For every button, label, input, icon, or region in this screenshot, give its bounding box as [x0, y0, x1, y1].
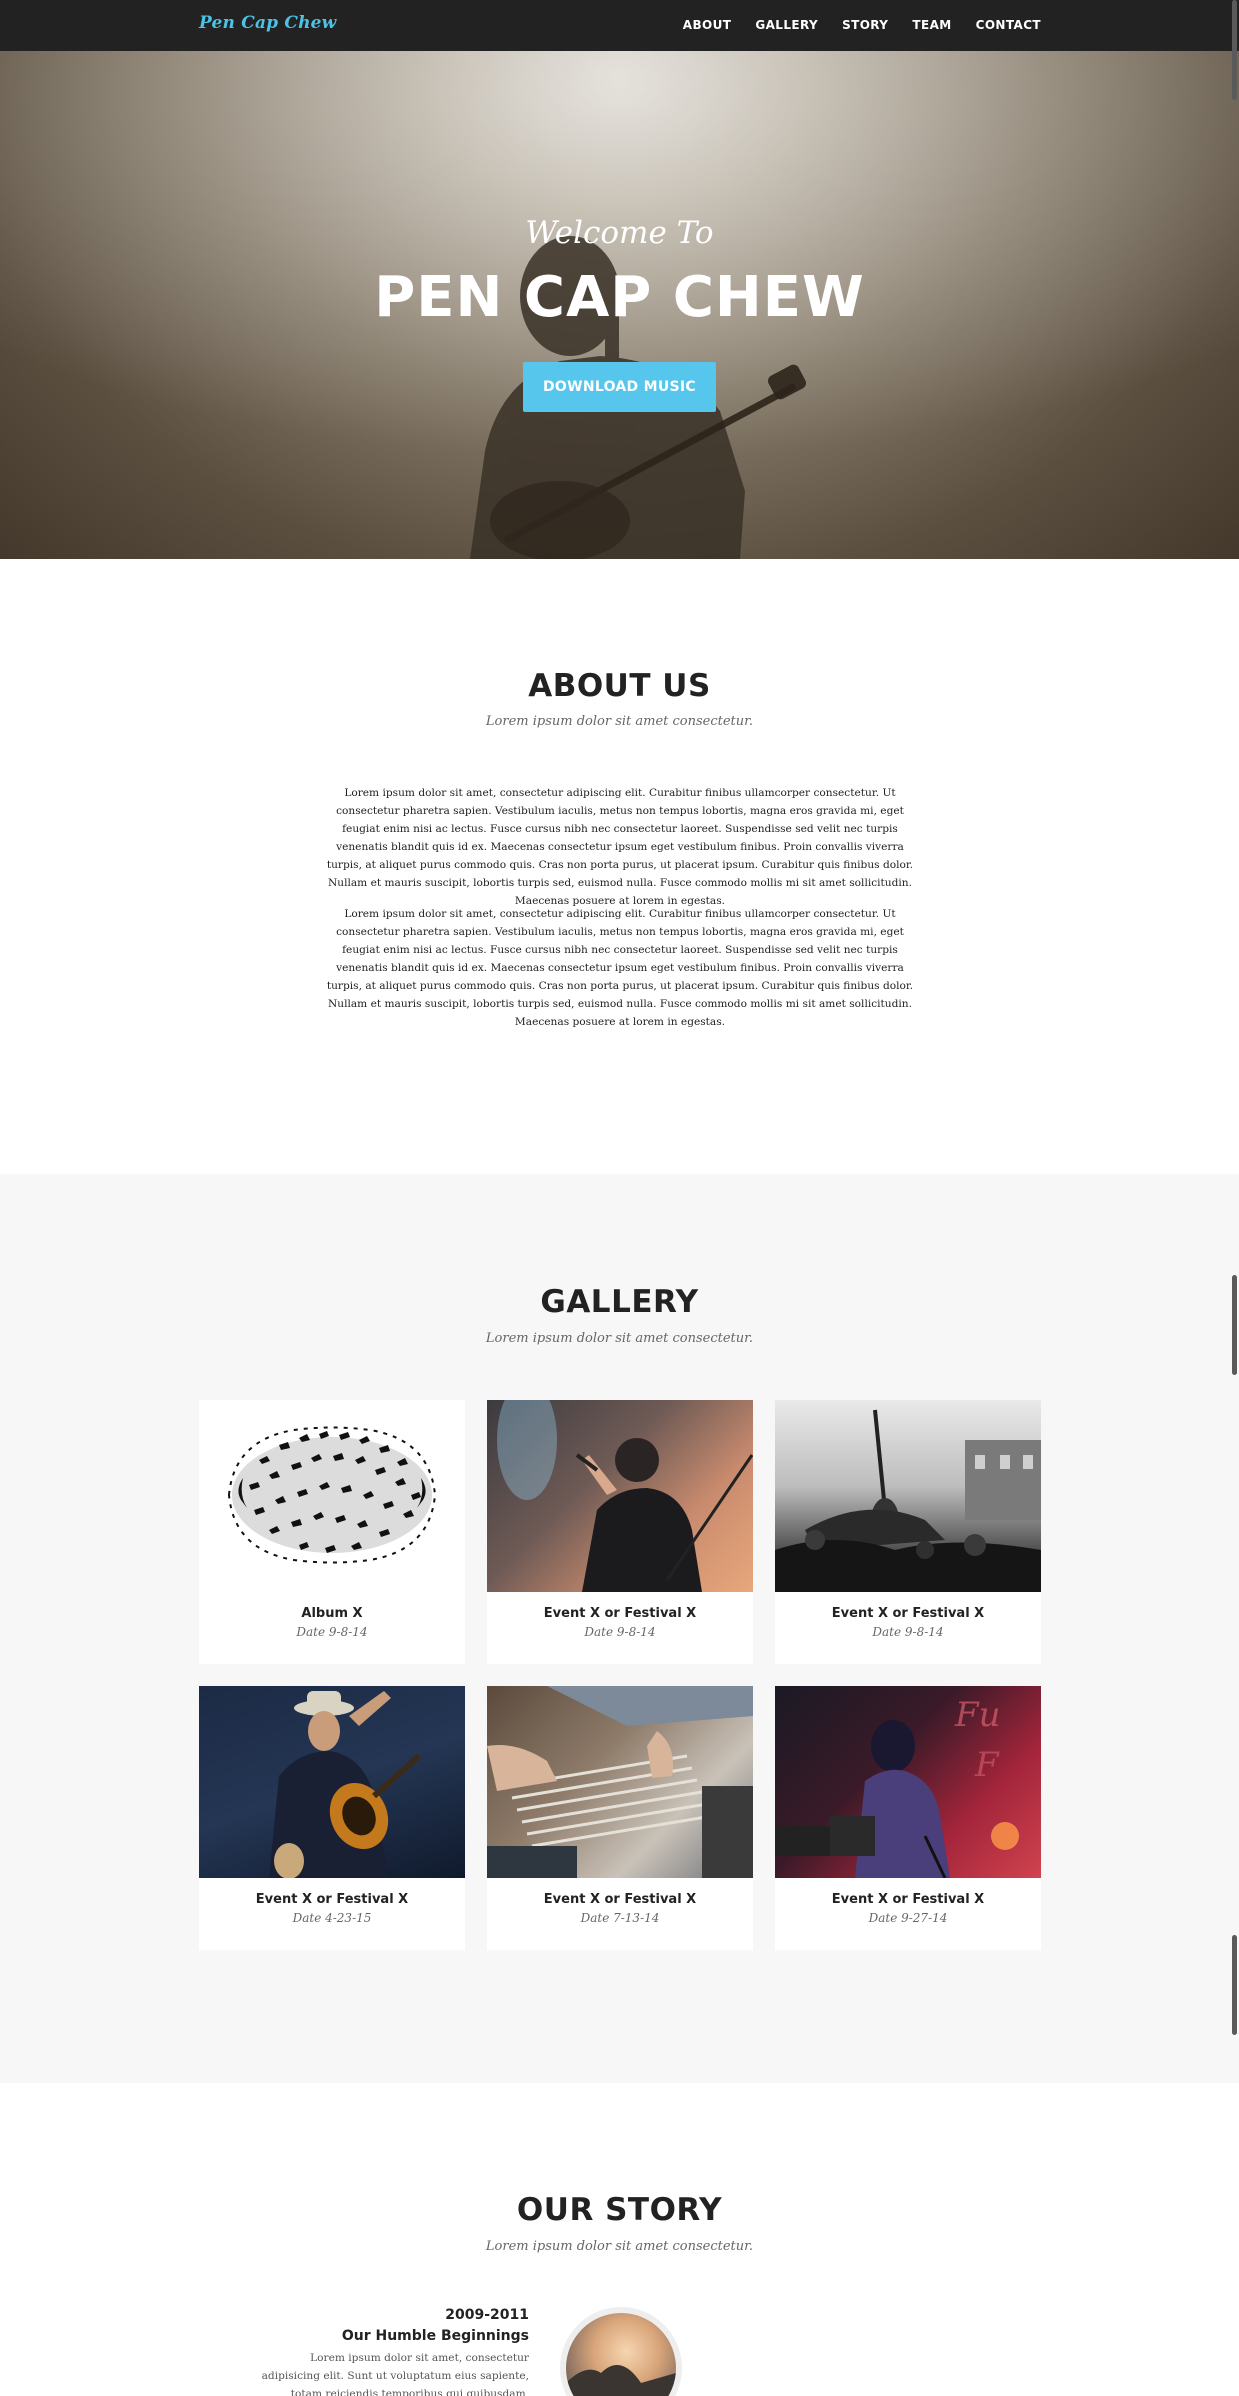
vinyl-records-photo: [487, 1686, 753, 1878]
about-paragraph-2: Lorem ipsum dolor sit amet, consectetur …: [326, 908, 914, 1028]
nav-link-gallery[interactable]: GALLERY: [755, 18, 818, 32]
gallery-subtitle: Lorem ipsum dolor sit amet consectetur.: [485, 1331, 754, 1346]
gallery-card-title: Event X or Festival X: [543, 1892, 697, 1907]
top-navbar: Pen Cap Chew ABOUT GALLERY STORY TEAM CO…: [0, 0, 1239, 51]
nav-link-story[interactable]: STORY: [842, 18, 888, 32]
gallery-card-date: Date 9-8-14: [872, 1625, 944, 1639]
svg-text:Fu: Fu: [954, 1695, 1001, 1735]
about-subtitle: Lorem ipsum dolor sit amet consectetur.: [485, 714, 754, 729]
red-stage-photo: Fu F: [775, 1686, 1041, 1878]
about-paragraph-1: Lorem ipsum dolor sit amet, consectetur …: [326, 787, 914, 907]
gallery-card-date: Date 9-8-14: [584, 1625, 656, 1639]
hero-subtitle: Welcome To: [525, 215, 714, 251]
singer-photo: [487, 1400, 753, 1592]
hero-title: PEN CAP CHEW: [374, 265, 865, 330]
story-title: OUR STORY: [516, 2192, 723, 2228]
gallery-card-title: Event X or Festival X: [831, 1892, 985, 1907]
gallery-card-title: Event X or Festival X: [543, 1606, 697, 1621]
album-art-image: [199, 1400, 465, 1592]
gallery-card-date: Date 9-27-14: [868, 1911, 948, 1925]
gallery-card-album[interactable]: Album X Date 9-8-14: [199, 1400, 465, 1664]
story-entry-year: 2009-2011: [445, 2307, 529, 2323]
gallery-card-title: Album X: [301, 1606, 363, 1621]
gallery-card-title: Event X or Festival X: [831, 1606, 985, 1621]
story-subtitle: Lorem ipsum dolor sit amet consectetur.: [485, 2239, 754, 2254]
hero-section: Welcome To PEN CAP CHEW DOWNLOAD MUSIC: [0, 51, 1239, 559]
gallery-card-event-5[interactable]: Fu F Event X or Festival X Date 9-27-14: [775, 1686, 1041, 1950]
story-entry-text: Lorem ipsum dolor sit amet, consectetur …: [261, 2352, 529, 2396]
gallery-card-event-1[interactable]: Event X or Festival X Date 9-8-14: [487, 1400, 753, 1664]
about-title: ABOUT US: [528, 668, 711, 704]
svg-text:F: F: [974, 1745, 1000, 1785]
page-scrollbar-mid[interactable]: [1232, 1275, 1237, 1375]
gallery-card-event-2[interactable]: Event X or Festival X Date 9-8-14: [775, 1400, 1041, 1664]
gallery-card-date: Date 7-13-14: [580, 1911, 660, 1925]
gallery-card-date: Date 9-8-14: [296, 1625, 368, 1639]
nav-link-team[interactable]: TEAM: [912, 18, 951, 32]
story-timeline-image: [560, 2307, 682, 2396]
nav-links: ABOUT GALLERY STORY TEAM CONTACT: [659, 18, 1041, 32]
nav-link-about[interactable]: ABOUT: [683, 18, 732, 32]
nav-link-contact[interactable]: CONTACT: [976, 18, 1041, 32]
gallery-card-title: Event X or Festival X: [255, 1892, 409, 1907]
download-music-button[interactable]: DOWNLOAD MUSIC: [523, 362, 716, 412]
gallery-card-event-4[interactable]: Event X or Festival X Date 7-13-14: [487, 1686, 753, 1950]
story-entry-heading: Our Humble Beginnings: [341, 2328, 529, 2344]
gallery-title: GALLERY: [540, 1284, 699, 1320]
guitarist-hat-photo: [199, 1686, 465, 1878]
brand-logo[interactable]: Pen Cap Chew: [199, 13, 337, 33]
gallery-card-date: Date 4-23-15: [292, 1911, 372, 1925]
page-scrollbar-low[interactable]: [1232, 1935, 1237, 2035]
page-scrollbar-top[interactable]: [1232, 0, 1237, 100]
crowd-surfing-photo: [775, 1400, 1041, 1592]
gallery-card-event-3[interactable]: Event X or Festival X Date 4-23-15: [199, 1686, 465, 1950]
